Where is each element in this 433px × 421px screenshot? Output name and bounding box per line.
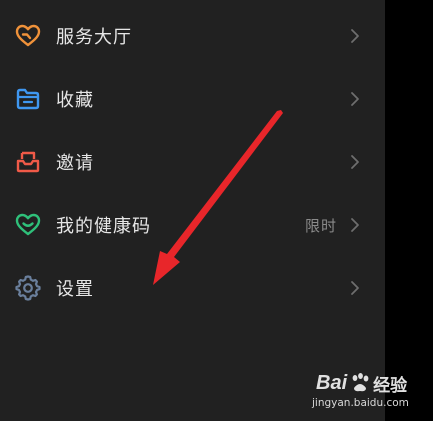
menu-item-label: 收藏 — [56, 90, 94, 111]
menu-item-invite[interactable]: 邀请 — [0, 131, 385, 193]
heart-outline-icon — [14, 22, 42, 50]
watermark: Bai 经验 jingyan.baidu.com — [312, 370, 430, 416]
menu-item-health-code[interactable]: 我的健康码 限时 — [0, 194, 385, 256]
heart-smile-icon — [14, 211, 42, 239]
menu-item-label: 我的健康码 — [56, 216, 151, 237]
menu-item-label: 服务大厅 — [56, 27, 132, 48]
menu-item-service-hall[interactable]: 服务大厅 — [0, 5, 385, 67]
menu-item-label: 设置 — [56, 279, 94, 300]
chevron-right-icon — [351, 92, 359, 106]
inbox-tray-icon — [14, 148, 42, 176]
menu-item-settings[interactable]: 设置 — [0, 257, 385, 319]
paw-icon — [352, 373, 369, 392]
watermark-logo-suffix: 经验 — [373, 375, 408, 396]
chevron-right-icon — [351, 29, 359, 43]
folder-icon — [14, 85, 42, 113]
app-drawer: 服务大厅 收藏 邀请 我的健康码 限时 设置 — [0, 0, 385, 421]
menu-item-favorites[interactable]: 收藏 — [0, 68, 385, 130]
menu-item-label: 邀请 — [56, 153, 94, 174]
limited-time-badge: 限时 — [304, 216, 337, 235]
chevron-right-icon — [351, 281, 359, 295]
chevron-right-icon — [351, 155, 359, 169]
chevron-right-icon — [351, 218, 359, 232]
baidu-logo: Bai 经验 — [316, 370, 407, 396]
gear-icon — [14, 274, 42, 302]
background-margin — [385, 0, 433, 421]
watermark-url: jingyan.baidu.com — [312, 397, 409, 409]
watermark-logo-text: Bai — [316, 371, 348, 394]
